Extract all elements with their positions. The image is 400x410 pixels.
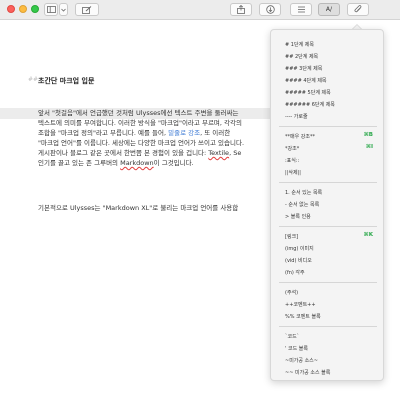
- menu-item-emphasis[interactable]: *강조*: [285, 145, 299, 152]
- paragraph-1-line-4: "마크업 언어"를 이룹니다. 세상에는 다양한 마크업 언어가 쓰이고 있습니…: [38, 139, 245, 147]
- export-button[interactable]: [259, 3, 281, 16]
- menu-item-unordered-list[interactable]: - 순서 없는 목록: [285, 201, 319, 208]
- paragraph-1-line-6: 인기를 끌고 있는 존 그루버의 Markdown이 그것입니다.: [38, 159, 194, 167]
- menu-item-annotation[interactable]: (주석): [285, 289, 298, 296]
- shortcut-strong: ⌘B: [363, 132, 373, 138]
- menu-item-video[interactable]: (vid) 비디오: [285, 257, 312, 264]
- menu-separator: [279, 126, 377, 127]
- menu-item-delete[interactable]: ||삭제||: [285, 169, 301, 176]
- list-button[interactable]: [290, 3, 312, 16]
- menu-item-mark[interactable]: :표식::: [285, 157, 299, 164]
- attach-icon: [353, 5, 361, 13]
- markup-popover: # 1단계 제목 ## 2단계 제목 ### 3단계 제목 #### 4단계 제…: [270, 29, 384, 381]
- menu-separator: [279, 226, 377, 227]
- menu-separator: [279, 326, 377, 327]
- menu-item-heading-2[interactable]: ## 2단계 제목: [285, 53, 318, 60]
- sidebar-icon: [46, 6, 56, 13]
- menu-item-image[interactable]: (img) 이미지: [285, 245, 314, 252]
- heading: ## 초간단 마크업 입문: [28, 76, 95, 86]
- menu-item-heading-5[interactable]: ##### 5단계 제목: [285, 89, 331, 96]
- paragraph-1-line-2: 텍스트에 의미를 부여합니다. 이러한 방식을 "마크업"이라고 부르며, 각각…: [38, 119, 242, 127]
- paragraph-1-line-5: 게시판이나 블로그 같은 곳에서 한번쯤 본 경험이 있을 겁니다: Texti…: [38, 149, 242, 157]
- chevron-down-icon: [61, 8, 66, 12]
- menu-item-heading-4[interactable]: #### 4단계 제목: [285, 77, 327, 84]
- misspelled-word: Textile: [208, 149, 230, 157]
- menu-item-code[interactable]: `코드`: [285, 333, 299, 340]
- menu-item-code-block[interactable]: ' 코드 블록: [285, 345, 308, 352]
- share-icon: [237, 5, 245, 14]
- menu-item-heading-3[interactable]: ### 3단계 제목: [285, 65, 322, 72]
- share-button[interactable]: [230, 3, 252, 16]
- menu-item-raw-source-block[interactable]: ~~ 미가공 소스 블록: [285, 369, 330, 376]
- export-icon: [265, 5, 275, 14]
- menu-item-strong[interactable]: **매우 강조**: [285, 133, 315, 140]
- markup-icon: A/: [325, 6, 333, 13]
- shortcut-emphasis: ⌘I: [365, 144, 373, 150]
- menu-item-footnote[interactable]: (fn) 각주: [285, 269, 305, 276]
- menu-item-comment-block[interactable]: %% 코멘트 블록: [285, 313, 321, 320]
- zoom-window-button[interactable]: [31, 5, 39, 13]
- sidebar-toggle-button[interactable]: [44, 3, 58, 16]
- menu-item-divider[interactable]: ---- 가로줄: [285, 113, 308, 120]
- shortcut-link: ⌘K: [363, 232, 373, 238]
- paragraph-1-line-1: 앞서 "첫걸음"에서 언급했던 것처럼 Ulysses에선 텍스트 주변을 둘러…: [38, 109, 239, 117]
- app-window: A/ ## 초간단 마크업 입문 앞서 "첫걸음"에서 언급했던 것처럼 Uly…: [0, 0, 400, 410]
- paragraph-1-line-3: 조합을 "마크업 정의"라고 부릅니다. 예를 들어, 밑줄로 강조, 또 이러…: [38, 129, 231, 137]
- menu-separator: [279, 282, 377, 283]
- menu-item-blockquote[interactable]: > 블록 인용: [285, 213, 311, 220]
- list-icon: [297, 6, 305, 13]
- heading-marker: ##: [28, 76, 39, 83]
- menu-item-raw-source[interactable]: ~미가공 소스~: [285, 357, 318, 364]
- emphasis-text: 밑줄로 강조: [168, 129, 201, 137]
- menu-separator: [279, 182, 377, 183]
- attachments-button[interactable]: [347, 3, 369, 16]
- new-sheet-button[interactable]: [75, 3, 99, 16]
- menu-item-link[interactable]: [링크]: [285, 233, 298, 240]
- paragraph-2: 기본적으로 Ulysses는 "Markdown XL"로 불리는 마크업 언어…: [38, 204, 239, 212]
- compose-icon: [82, 5, 92, 14]
- menu-item-heading-1[interactable]: # 1단계 제목: [285, 41, 314, 48]
- misspelled-word: Markdown: [120, 159, 154, 167]
- menu-item-ordered-list[interactable]: 1. 순서 있는 목록: [285, 189, 322, 196]
- markup-button[interactable]: A/: [318, 3, 340, 16]
- paragraph-1: 앞서 "첫걸음"에서 언급했던 것처럼 Ulysses에선 텍스트 주변을 둘러…: [38, 108, 244, 168]
- menu-item-heading-6[interactable]: ###### 6단계 제목: [285, 101, 335, 108]
- menu-item-comment[interactable]: ++코멘트++: [285, 301, 316, 308]
- minimize-window-button[interactable]: [19, 5, 27, 13]
- sidebar-menu-button[interactable]: [59, 3, 68, 16]
- close-window-button[interactable]: [7, 5, 15, 13]
- toolbar: A/: [0, 0, 400, 20]
- heading-text: 초간단 마크업 입문: [38, 77, 95, 85]
